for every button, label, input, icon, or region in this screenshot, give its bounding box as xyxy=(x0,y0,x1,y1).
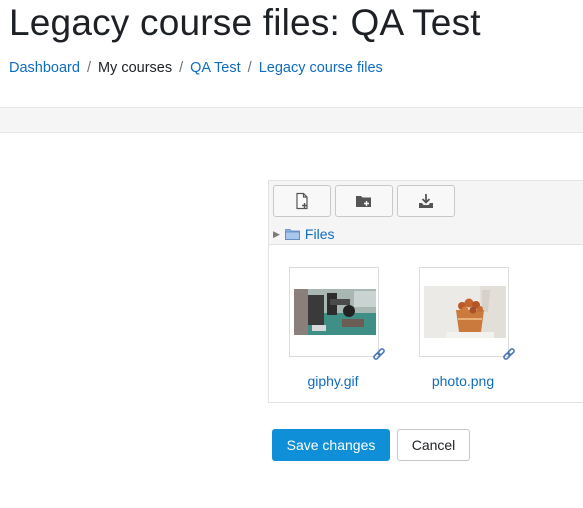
breadcrumb-my-courses: My courses xyxy=(97,60,173,76)
giphy-thumbnail-image xyxy=(294,289,376,335)
breadcrumb-separator: / xyxy=(179,60,184,76)
download-all-button[interactable] xyxy=(397,185,455,217)
file-item[interactable]: giphy.gif xyxy=(289,267,385,389)
breadcrumb: Dashboard / My courses / QA Test / Legac… xyxy=(9,60,383,76)
breadcrumb-separator: / xyxy=(247,60,252,76)
page-title: Legacy course files: QA Test xyxy=(9,2,481,43)
save-changes-button[interactable]: Save changes xyxy=(272,429,390,461)
breadcrumb-legacy-files[interactable]: Legacy course files xyxy=(259,60,383,76)
file-item[interactable]: photo.png xyxy=(419,267,515,389)
create-folder-button[interactable] xyxy=(335,185,393,217)
file-thumbnail[interactable] xyxy=(419,267,515,360)
page: Legacy course files: QA Test Dashboard /… xyxy=(0,0,583,508)
folder-icon xyxy=(285,229,300,240)
download-icon xyxy=(419,194,433,208)
file-manager-path: ▶ Files xyxy=(273,225,334,243)
photo-thumbnail-image xyxy=(424,286,506,338)
add-file-button[interactable] xyxy=(273,185,331,217)
add-file-icon xyxy=(296,192,308,210)
file-name[interactable]: giphy.gif xyxy=(283,373,383,389)
breadcrumb-dashboard[interactable]: Dashboard xyxy=(9,60,80,76)
secondary-nav-bar xyxy=(0,107,583,133)
link-icon xyxy=(373,348,385,360)
cancel-button[interactable]: Cancel xyxy=(397,429,470,461)
file-name[interactable]: photo.png xyxy=(413,373,513,389)
breadcrumb-separator: / xyxy=(86,60,91,76)
path-files-link[interactable]: Files xyxy=(305,226,335,242)
link-icon xyxy=(503,348,515,360)
breadcrumb-course[interactable]: QA Test xyxy=(190,60,241,76)
file-manager: ▶ Files giphy.gif photo.png xyxy=(268,180,583,403)
create-folder-icon xyxy=(356,196,371,207)
file-thumbnail[interactable] xyxy=(289,267,385,360)
expand-arrow-icon[interactable]: ▶ xyxy=(273,229,280,240)
